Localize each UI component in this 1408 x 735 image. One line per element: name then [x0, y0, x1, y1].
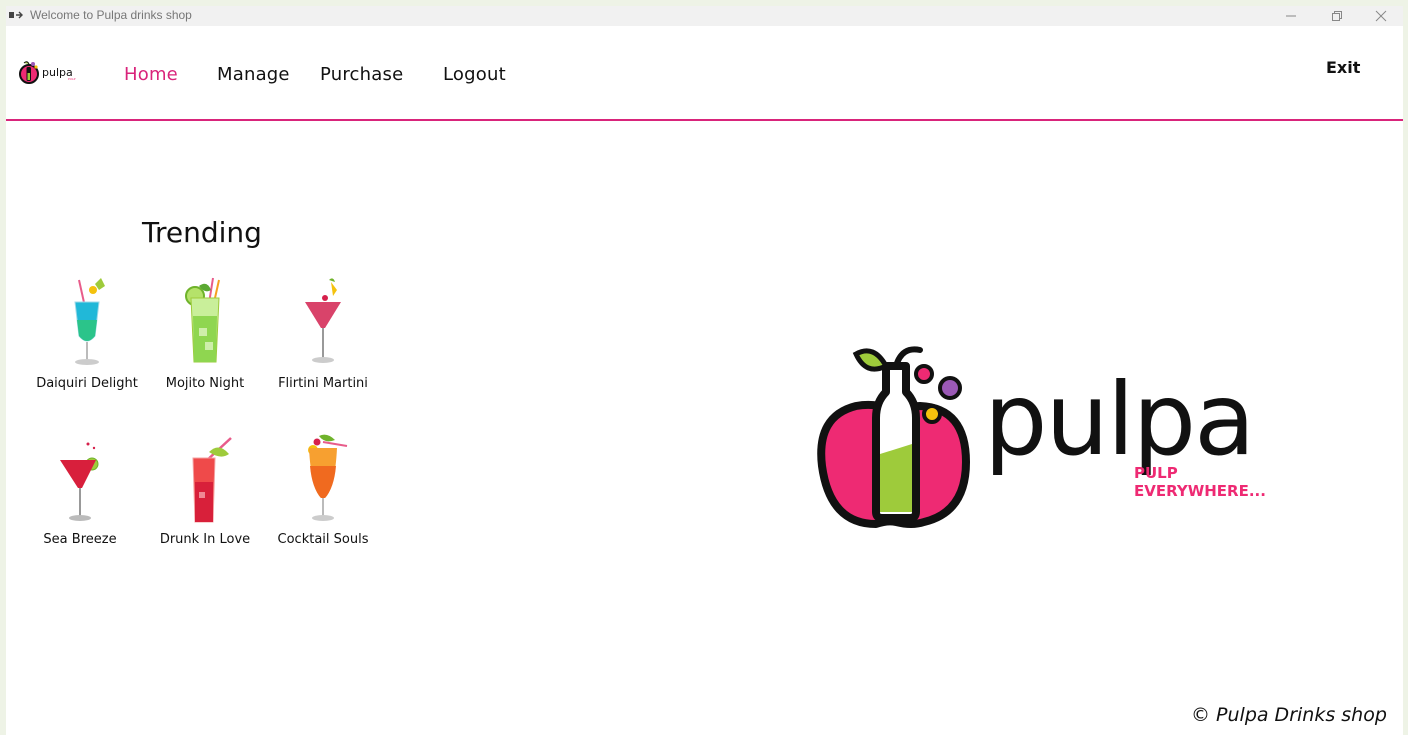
pulpa-logo-small[interactable]: pulpa PULP [18, 58, 88, 86]
minimize-button[interactable] [1273, 6, 1309, 26]
minimize-icon [1286, 15, 1296, 17]
svg-text:PULP: PULP [68, 77, 76, 81]
mojito-icon [185, 277, 220, 363]
title-bar: Welcome to Pulpa drinks shop [6, 6, 1403, 26]
trending-heading: Trending [142, 216, 262, 249]
restore-button[interactable] [1319, 6, 1355, 26]
red-martini-icon [60, 442, 99, 521]
drink-name: Mojito Night [165, 376, 245, 391]
brand-name: pulpa [984, 361, 1255, 478]
nav-home[interactable]: Home [124, 64, 178, 85]
drink-name: Drunk In Love [159, 532, 251, 547]
martini-icon [305, 278, 341, 363]
window-title: Welcome to Pulpa drinks shop [30, 8, 192, 22]
red-highball-icon [192, 437, 232, 523]
footer-copyright: © Pulpa Drinks shop [1191, 704, 1387, 726]
app-window: Welcome to Pulpa drinks shop pulpa PULP … [6, 6, 1403, 735]
drink-item-flirtini-martini[interactable]: Flirtini Martini [263, 276, 383, 416]
blue-cocktail-icon [74, 278, 105, 365]
drink-item-mojito-night[interactable]: Mojito Night [145, 276, 265, 416]
nav-purchase[interactable]: Purchase [320, 64, 403, 85]
drink-name: Daiquiri Delight [36, 376, 138, 391]
drink-item-cocktail-souls[interactable]: Cocktail Souls [263, 432, 383, 572]
brand-tagline-line1: PULP [1134, 464, 1178, 482]
nav-logout[interactable]: Logout [443, 64, 506, 85]
drink-name: Sea Breeze [43, 532, 117, 547]
drink-item-sea-breeze[interactable]: Sea Breeze [20, 432, 140, 572]
close-icon [1375, 10, 1387, 22]
drink-item-daiquiri-delight[interactable]: Daiquiri Delight [27, 276, 147, 416]
close-button[interactable] [1363, 6, 1399, 26]
drink-item-drunk-in-love[interactable]: Drunk In Love [145, 432, 265, 572]
pulpa-brand-logo: pulpa PULP EVERYWHERE... [816, 336, 1276, 536]
brand-tagline-line2: EVERYWHERE... [1134, 482, 1266, 500]
restore-icon [1332, 11, 1342, 21]
nav-manage[interactable]: Manage [217, 64, 290, 85]
orange-cocktail-icon [308, 434, 348, 521]
exit-button[interactable]: Exit [1326, 58, 1360, 77]
navbar: pulpa PULP Home Manage Purchase Logout E… [6, 26, 1403, 121]
drink-name: Flirtini Martini [278, 376, 368, 391]
app-icon [9, 11, 23, 19]
drink-name: Cocktail Souls [277, 532, 369, 547]
